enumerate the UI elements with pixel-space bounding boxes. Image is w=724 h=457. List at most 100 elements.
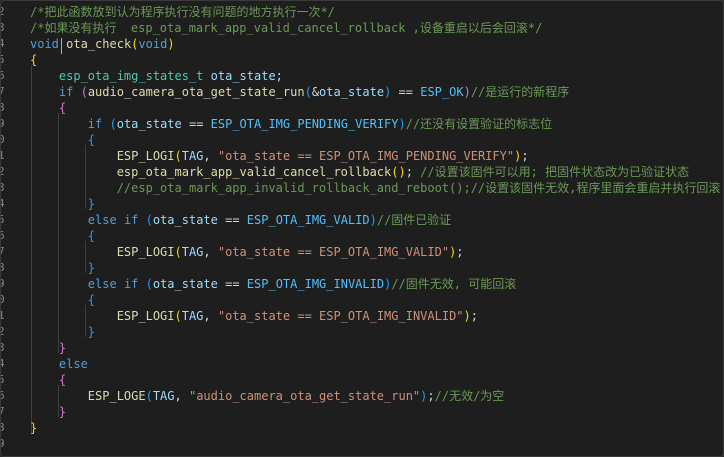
code-token: { [58, 373, 67, 387]
code-token: TAG [152, 389, 175, 403]
code-line[interactable]: if (ota_state == ESP_OTA_IMG_PENDING_VER… [30, 116, 552, 132]
code-line[interactable]: //esp_ota_mark_app_invalid_rollback_and_… [30, 180, 721, 196]
code-token: == [391, 85, 421, 99]
code-token: { [87, 133, 96, 147]
code-token: & [311, 85, 320, 99]
code-token: else [87, 277, 117, 291]
code-token: "ota_state == ESP_OTA_IMG_PENDING_VERIFY… [217, 149, 515, 163]
code-token: { [87, 293, 96, 307]
code-token: ( [174, 245, 182, 259]
code-token: else [58, 357, 88, 371]
code-token: ESP_LOGI [116, 149, 175, 163]
code-token: if [58, 85, 74, 99]
code-line[interactable]: { [30, 132, 95, 148]
code-token: TAG [181, 309, 204, 323]
code-token: ota_state [210, 69, 276, 83]
code-token: void [138, 37, 168, 51]
code-token: //还没有设置验证的标志位 [405, 117, 553, 131]
code-token: //是运行的新程序 [470, 85, 570, 99]
code-line[interactable]: ESP_LOGI(TAG, "ota_state == ESP_OTA_IMG_… [30, 148, 529, 164]
code-line[interactable]: else if (ota_state == ESP_OTA_IMG_VALID)… [30, 212, 452, 228]
code-line[interactable]: { [30, 292, 95, 308]
code-line[interactable]: } [30, 260, 95, 276]
code-token: ESP_LOGI [116, 309, 175, 323]
code-line[interactable]: /*如果没有执行 esp_ota_mark_app_valid_cancel_r… [30, 20, 542, 36]
code-token: //固件无效, 可能回滚 [391, 277, 517, 291]
code-line[interactable]: { [30, 100, 66, 116]
code-token: ) [398, 165, 406, 179]
code-token: { [58, 101, 67, 115]
code-token: ( [145, 213, 153, 227]
code-token: ; [521, 149, 529, 163]
code-token: ( [174, 149, 182, 163]
code-line[interactable]: void ota_check(void) [30, 36, 175, 52]
code-line[interactable]: { [30, 228, 95, 244]
code-token: } [87, 261, 96, 275]
code-token: ) [398, 117, 406, 131]
code-token: /*如果没有执行 esp_ota_mark_app_valid_cancel_r… [30, 21, 543, 35]
code-token: //设置该固件可以用; 把固件状态改为已验证状态 [420, 165, 690, 179]
code-token: == [181, 117, 211, 131]
code-line[interactable]: esp_ota_mark_app_valid_cancel_rollback()… [30, 164, 689, 180]
code-token: esp_ota_img_states_t [58, 69, 204, 83]
code-token: "audio_camera_ota_get_state_run" [188, 389, 421, 403]
code-line[interactable]: esp_ota_img_states_t ota_state; [30, 68, 283, 84]
code-token: ESP_OTA_IMG_INVALID [246, 277, 385, 291]
code-token: ESP_LOGE [87, 389, 146, 403]
code-token: esp_ota_mark_app_valid_cancel_rollback [116, 165, 392, 179]
code-token: audio_camera_ota_get_state_run [87, 85, 305, 99]
code-token: if [123, 213, 139, 227]
code-line[interactable]: { [30, 52, 37, 68]
code-token: , [203, 245, 218, 259]
code-token: ) [463, 85, 471, 99]
code-line[interactable]: if (audio_camera_ota_get_state_run(&ota_… [30, 84, 569, 100]
code-line[interactable]: } [30, 404, 66, 420]
code-token: } [58, 341, 67, 355]
code-line[interactable]: else if (ota_state == ESP_OTA_IMG_INVALI… [30, 276, 516, 292]
code-area[interactable]: /*把此函数放到认为程序执行没有问题的地方执行一次*/ /*如果没有执行 esp_… [1, 1, 723, 456]
code-line[interactable]: ESP_LOGI(TAG, "ota_state == ESP_OTA_IMG_… [30, 244, 464, 260]
code-line[interactable]: } [30, 340, 66, 356]
code-token: ) [463, 309, 471, 323]
code-token: ) [167, 37, 175, 51]
code-line[interactable]: } [30, 420, 37, 436]
code-line[interactable]: { [30, 372, 66, 388]
code-token: ota_check [66, 37, 132, 51]
code-token: void [30, 37, 59, 51]
code-token: ESP_OTA_IMG_PENDING_VERIFY [210, 117, 399, 131]
code-token: ; [427, 389, 435, 403]
code-token: { [87, 229, 96, 243]
code-editor[interactable]: 2345678901234567890123456789 /*把此函数放到认为程… [0, 0, 724, 457]
code-line[interactable]: /*把此函数放到认为程序执行没有问题的地方执行一次*/ [30, 4, 335, 20]
code-token: ( [304, 85, 312, 99]
code-line[interactable]: ESP_LOGI(TAG, "ota_state == ESP_OTA_IMG_… [30, 308, 478, 324]
code-token: ; [275, 69, 283, 83]
code-token: /*把此函数放到认为程序执行没有问题的地方执行一次*/ [30, 5, 335, 19]
code-line[interactable]: ESP_LOGE(TAG, "audio_camera_ota_get_stat… [30, 388, 505, 404]
code-line[interactable]: } [30, 196, 95, 212]
code-token: ( [145, 389, 153, 403]
code-token: } [30, 421, 38, 435]
code-token: "ota_state == ESP_OTA_IMG_VALID" [217, 245, 450, 259]
code-token: //esp_ota_mark_app_invalid_rollback_and_… [116, 181, 721, 195]
code-line[interactable]: } [30, 324, 95, 340]
code-token: ESP_OK [420, 85, 464, 99]
code-line[interactable]: else [30, 356, 88, 372]
